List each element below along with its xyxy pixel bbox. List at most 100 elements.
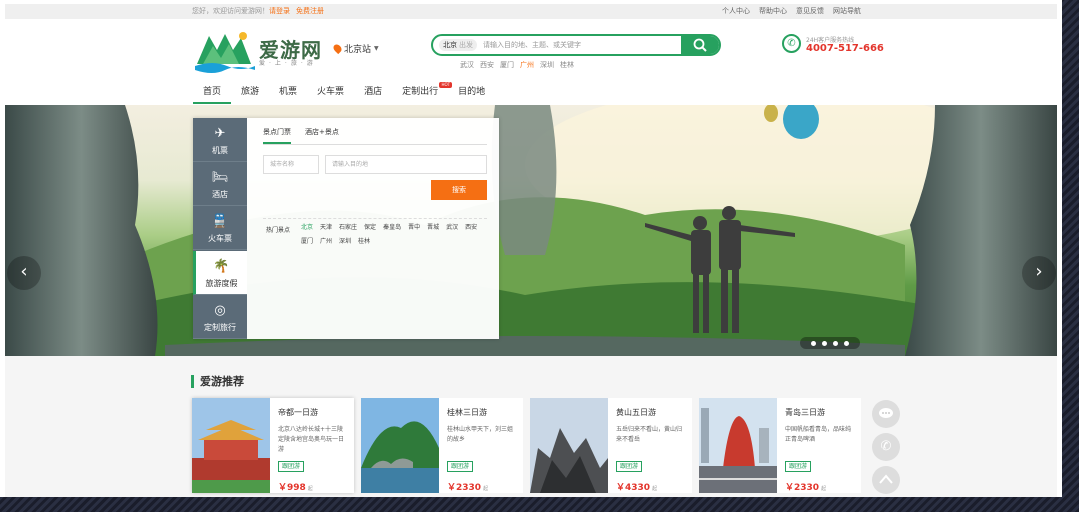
nav-item-label: 首页 xyxy=(203,87,222,97)
widget-tabs: 景点门票 酒店+景点 xyxy=(263,127,339,144)
hot-city-link[interactable]: 厦门 xyxy=(500,60,514,70)
category-label: 机票 xyxy=(212,146,228,155)
scope-city: 北京 xyxy=(443,41,457,49)
city-label: 北京站 xyxy=(344,45,372,55)
pagination-dot[interactable] xyxy=(811,340,816,346)
card-price: ￥998 起 xyxy=(278,480,313,493)
card-tag: 跟团游 xyxy=(616,461,643,472)
card-desc: 桂林山水甲天下，刘三姐的故乡 xyxy=(447,426,514,443)
hero-banner[interactable] xyxy=(5,105,1057,356)
widget-search-button[interactable]: 搜索 xyxy=(431,180,487,200)
top-links: 个人中心 帮助中心 意见反馈 网站导航 xyxy=(722,4,861,19)
price-value: ￥2330 xyxy=(447,483,482,493)
hot-attraction-link[interactable]: 晋城 xyxy=(427,224,439,232)
hot-attraction-link[interactable]: 桂林 xyxy=(358,238,370,246)
register-link[interactable]: 免费注册 xyxy=(296,4,324,19)
hot-city-link[interactable]: 西安 xyxy=(480,60,494,70)
hot-city-link[interactable]: 广州 xyxy=(520,60,534,70)
nav-item-label: 火车票 xyxy=(317,87,345,97)
hot-city-link[interactable]: 深圳 xyxy=(540,60,554,70)
nav-item[interactable]: 首页 xyxy=(193,82,232,104)
chat-icon[interactable] xyxy=(872,400,900,428)
top-bar: 您好，欢迎访问爱游网！ 请登录 免费注册 个人中心 帮助中心 意见反馈 网站导航 xyxy=(5,4,1057,19)
price-value: ￥998 xyxy=(278,483,306,493)
pagination-dot[interactable] xyxy=(833,340,838,346)
destination-field[interactable]: 请输入目的地 xyxy=(325,155,487,174)
guilin-image xyxy=(361,398,439,493)
nav-item[interactable]: 火车票 xyxy=(307,82,354,104)
banner-pagination xyxy=(800,337,860,349)
hot-attraction-link[interactable]: 深圳 xyxy=(339,238,351,246)
search-input[interactable] xyxy=(483,38,663,52)
train-icon: 🚆 xyxy=(211,214,229,230)
category-train[interactable]: 🚆 火车票 xyxy=(193,206,247,251)
category-palm-tree[interactable]: 🌴 旅游度假 xyxy=(193,250,247,295)
user-center-link[interactable]: 个人中心 xyxy=(722,4,750,19)
phone-icon[interactable]: ✆ xyxy=(872,433,900,461)
tour-card[interactable]: 黄山五日游 五岳归来不看山，黄山归来不看岳 跟团游 ￥4330 起 xyxy=(530,398,692,493)
category-plane[interactable]: ✈ 机票 xyxy=(193,118,247,162)
tour-card[interactable]: 桂林三日游 桂林山水甲天下，刘三姐的故乡 跟团游 ￥2330 起 xyxy=(361,398,523,493)
city-selector[interactable]: 北京站 ▼ xyxy=(331,42,379,55)
palm-tree-icon: 🌴 xyxy=(213,258,230,274)
hot-city-link[interactable]: 武汉 xyxy=(460,60,474,70)
price-unit: 起 xyxy=(821,486,827,492)
hot-attractions-list: 北京 天津 石家庄 保定 秦皇岛 晋中 晋城 武汉 西安厦门 广州 深圳 桂林 xyxy=(301,224,481,246)
help-center-link[interactable]: 帮助中心 xyxy=(759,4,787,19)
hot-attraction-link[interactable]: 北京 xyxy=(301,224,313,232)
nav-item-label: 酒店 xyxy=(364,87,383,97)
feedback-link[interactable]: 意见反馈 xyxy=(796,4,824,19)
nav-item[interactable]: 机票 xyxy=(269,82,307,104)
search-button[interactable] xyxy=(681,36,719,54)
search-box: 北京 出发 xyxy=(431,34,721,56)
hot-attraction-link[interactable]: 晋中 xyxy=(408,224,420,232)
hot-attraction-link[interactable]: 广州 xyxy=(320,238,332,246)
card-desc: 北京八达岭长城+十三陵定陵含地宫岛奥鸟玩一日游 xyxy=(278,426,345,453)
category-bed[interactable]: 🛏 酒店 xyxy=(193,162,247,207)
hot-attraction-link[interactable]: 西安 xyxy=(465,224,477,232)
search-hot-cities: 武汉 西安 厦门 广州 深圳 桂林 xyxy=(460,60,574,70)
card-desc: 中国帆船看青岛，品味纯正青岛啤酒 xyxy=(785,426,852,443)
recommend-title: 爱游推荐 xyxy=(191,375,244,388)
tour-card[interactable]: 帝都一日游 北京八达岭长城+十三陵定陵含地宫岛奥鸟玩一日游 跟团游 ￥998 起 xyxy=(192,398,354,493)
card-title: 黄山五日游 xyxy=(616,408,656,417)
pagination-dot[interactable] xyxy=(822,340,827,346)
welcome-text: 您好，欢迎访问爱游网！ xyxy=(192,7,269,15)
nav-item-label: 旅游 xyxy=(241,87,260,97)
hot-attraction-link[interactable]: 石家庄 xyxy=(339,224,357,232)
hot-attraction-link[interactable]: 保定 xyxy=(364,224,376,232)
search-scope[interactable]: 北京 出发 xyxy=(439,39,477,51)
huangshan-image xyxy=(530,398,608,493)
scope-hint: 出发 xyxy=(459,41,473,49)
site-logo[interactable]: 爱游网 爱·上·旅·游 xyxy=(193,28,328,74)
nav-item[interactable]: 酒店 xyxy=(354,82,392,104)
widget-tab[interactable]: 景点门票 xyxy=(263,127,291,144)
hot-attraction-link[interactable]: 天津 xyxy=(320,224,332,232)
back-to-top-icon[interactable] xyxy=(872,466,900,494)
site-nav-link[interactable]: 网站导航 xyxy=(833,4,861,19)
category-label: 定制旅行 xyxy=(204,322,236,332)
card-title: 桂林三日游 xyxy=(447,408,487,417)
logo-slogan: 爱·上·旅·游 xyxy=(259,60,317,67)
hot-attraction-link[interactable]: 秦皇岛 xyxy=(383,224,401,232)
tab-divider xyxy=(263,144,487,145)
city-name-field[interactable]: 城市名称 xyxy=(263,155,319,174)
nav-item-label: 机票 xyxy=(279,87,298,97)
hot-city-link[interactable]: 桂林 xyxy=(560,60,574,70)
pagination-dot[interactable] xyxy=(844,340,849,346)
banner-prev-button[interactable]: ‹ xyxy=(7,256,41,290)
nav-item[interactable]: 旅游 xyxy=(231,82,269,104)
category-label: 旅游度假 xyxy=(205,278,238,288)
hot-attraction-link[interactable]: 厦门 xyxy=(301,238,313,246)
widget-tab[interactable]: 酒店+景点 xyxy=(305,127,339,144)
nav-item[interactable]: 定制出行 HOT xyxy=(392,82,453,104)
nav-item[interactable]: 目的地 xyxy=(448,82,495,104)
banner-next-button[interactable]: › xyxy=(1022,256,1056,290)
category-compass[interactable]: ◎ 定制旅行 xyxy=(193,295,247,339)
price-value: ￥2330 xyxy=(785,483,820,493)
hot-attraction-link[interactable]: 武汉 xyxy=(446,224,458,232)
tour-card[interactable]: 青岛三日游 中国帆船看青岛，品味纯正青岛啤酒 跟团游 ￥2330 起 xyxy=(699,398,861,493)
hotline: ✆ 24H客户服务热线 4007-517-666 xyxy=(782,34,884,58)
login-link[interactable]: 请登录 xyxy=(269,4,290,19)
nav-item-label: 定制出行 xyxy=(402,87,439,97)
